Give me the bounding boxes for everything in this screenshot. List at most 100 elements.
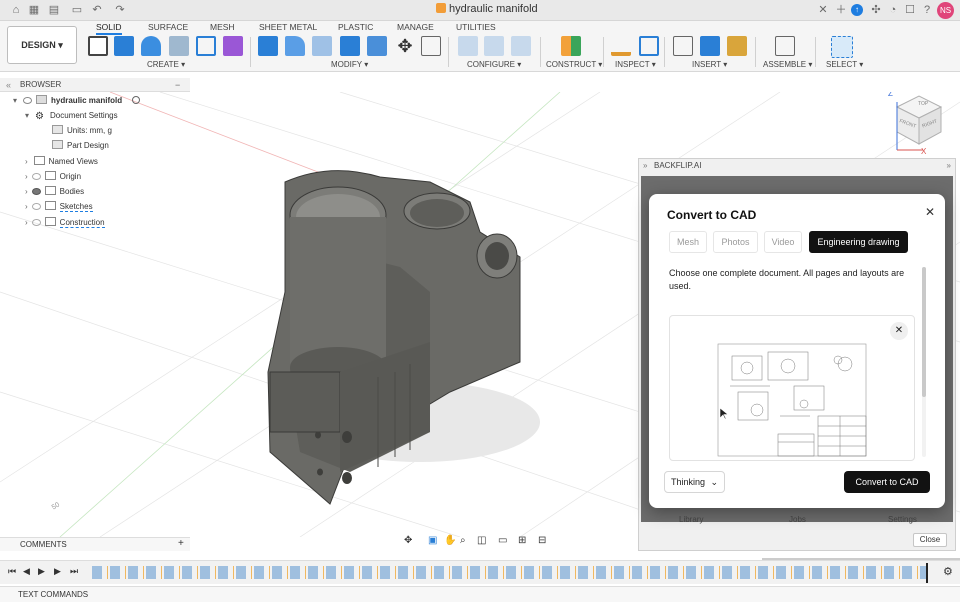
tree-item-construction[interactable]: › Construction [25,216,105,230]
tree-item-document-settings[interactable]: ▾ ⚙ Document Settings [25,109,118,123]
new-tab-icon[interactable]: ＋ [834,3,848,17]
eye-hidden-icon[interactable] [31,219,41,226]
insert-derive-icon[interactable] [673,36,693,56]
save-icon[interactable]: ▭ [70,3,84,17]
hole-icon[interactable] [169,36,189,56]
chevron-right-icon[interactable]: › [25,187,28,196]
timeline-marker[interactable] [926,563,928,583]
eye-hidden-icon[interactable] [31,203,41,210]
zoom-icon[interactable]: ⌕ [460,535,466,546]
tree-root[interactable]: ▾ hydraulic manifold [13,94,141,108]
grid-icon[interactable]: ▦ [27,3,41,17]
move-icon[interactable]: ✥ [395,36,415,56]
nav-jobs[interactable]: Jobs [789,515,806,524]
look-at-icon[interactable]: ▣ [428,535,437,546]
step-forward-icon[interactable]: ▶ [54,566,61,577]
extrude-icon[interactable] [114,36,134,56]
create-sketch-icon[interactable] [88,36,108,56]
group-insert[interactable]: INSERT ▾ [692,60,727,69]
browser-minimize-icon[interactable]: − [175,80,180,90]
eye-hidden-icon[interactable] [31,173,41,180]
tab-video[interactable]: Video [764,231,802,253]
select-icon[interactable] [831,36,853,58]
grid-settings-icon[interactable]: ⊞ [518,535,526,546]
combine-icon[interactable] [367,36,387,56]
timeline-feature-track[interactable] [92,566,926,579]
file-menu-icon[interactable]: ▤ [47,3,61,17]
tab-utilities[interactable]: UTILITIES [456,22,496,32]
user-avatar[interactable]: NS [937,2,954,19]
remove-file-icon[interactable]: ✕ [890,322,908,340]
chamfer-icon[interactable] [312,36,332,56]
group-create[interactable]: CREATE ▾ [147,60,185,69]
timeline-settings-gear-icon[interactable]: ⚙ [943,565,953,578]
nav-settings[interactable]: Settings [888,515,917,524]
expand-panel-icon[interactable]: » [947,159,951,173]
text-commands-bar[interactable]: TEXT COMMANDS [0,586,960,602]
tree-item-bodies[interactable]: › Bodies [25,185,84,199]
chevron-right-icon[interactable]: › [25,218,28,227]
close-icon[interactable]: ✕ [925,205,935,219]
tab-solid[interactable]: SOLID [96,22,122,35]
go-to-start-icon[interactable]: ⏮ [8,566,16,577]
workspace-switcher-button[interactable]: DESIGN ▾ [7,26,77,64]
group-construct[interactable]: CONSTRUCT ▾ [546,60,602,69]
group-assemble[interactable]: ASSEMBLE ▾ [763,60,812,69]
tab-engineering-drawing[interactable]: Engineering drawing [809,231,908,253]
press-pull-icon[interactable] [258,36,278,56]
shell-icon[interactable] [340,36,360,56]
group-select[interactable]: SELECT ▾ [826,60,863,69]
timeline-scrollbar[interactable] [762,558,960,560]
group-modify[interactable]: MODIFY ▾ [331,60,368,69]
tab-plastic[interactable]: PLASTIC [338,22,373,32]
convert-to-cad-button[interactable]: Convert to CAD [844,471,930,493]
viewports-icon[interactable]: ⊟ [538,535,546,546]
redo-icon[interactable]: ↷ [113,3,127,17]
collapse-browser-icon[interactable]: « [6,80,11,90]
chevron-right-icon[interactable]: › [25,157,28,166]
offset-plane-icon[interactable] [561,36,581,56]
chevron-right-icon[interactable]: › [25,172,28,181]
revolve-icon[interactable] [141,36,161,56]
tab-sheet-metal[interactable]: SHEET METAL [259,22,317,32]
chevron-down-icon[interactable]: ▾ [13,96,17,105]
notifications-icon[interactable]: ☐ [903,3,917,17]
job-status-icon[interactable]: ◔ [886,3,900,17]
chevron-right-icon[interactable]: › [25,202,28,211]
zoom-window-icon[interactable]: ◫ [477,535,486,546]
chevron-down-icon[interactable]: ▾ [25,111,29,120]
go-to-end-icon[interactable]: ⏭ [70,566,78,577]
tab-mesh[interactable]: MESH [210,22,235,32]
insert-mcmaster-icon[interactable] [727,36,747,56]
tab-manage[interactable]: MANAGE [397,22,434,32]
display-settings-icon[interactable]: ▭ [498,535,507,546]
mode-select[interactable]: Thinking ⌄ [664,471,725,493]
extensions-icon[interactable]: ✣ [869,3,883,17]
tab-mesh[interactable]: Mesh [669,231,707,253]
modal-scrollbar-thumb[interactable] [922,267,926,397]
nav-library[interactable]: Library [679,515,703,524]
collapse-panel-icon[interactable]: » [643,159,647,173]
configure-rules-icon[interactable] [511,36,531,56]
parameters-icon[interactable] [458,36,478,56]
orbit-icon[interactable]: ✥ [404,535,412,546]
configure-table-icon[interactable] [484,36,504,56]
eye-icon[interactable] [31,188,41,195]
home-icon[interactable]: ⌂ [9,3,23,17]
viewcube-top-label[interactable]: TOP [918,101,928,107]
close-tab-icon[interactable]: ✕ [816,3,830,17]
tab-surface[interactable]: SURFACE [148,22,188,32]
create-form-icon[interactable] [223,36,243,56]
tree-item-units[interactable]: Units: mm, g [52,124,112,138]
insert-canvas-icon[interactable] [700,36,720,56]
group-configure[interactable]: CONFIGURE ▾ [467,60,521,69]
pattern-icon[interactable] [196,36,216,56]
close-panel-button[interactable]: Close [913,533,947,547]
tree-item-named-views[interactable]: › Named Views [25,155,98,169]
new-component-icon[interactable] [775,36,795,56]
group-inspect[interactable]: INSPECT ▾ [615,60,656,69]
section-analysis-icon[interactable] [639,36,659,56]
upload-icon[interactable]: ↑ [851,4,863,16]
tab-photos[interactable]: Photos [713,231,758,253]
add-comment-icon[interactable]: + [178,538,184,549]
